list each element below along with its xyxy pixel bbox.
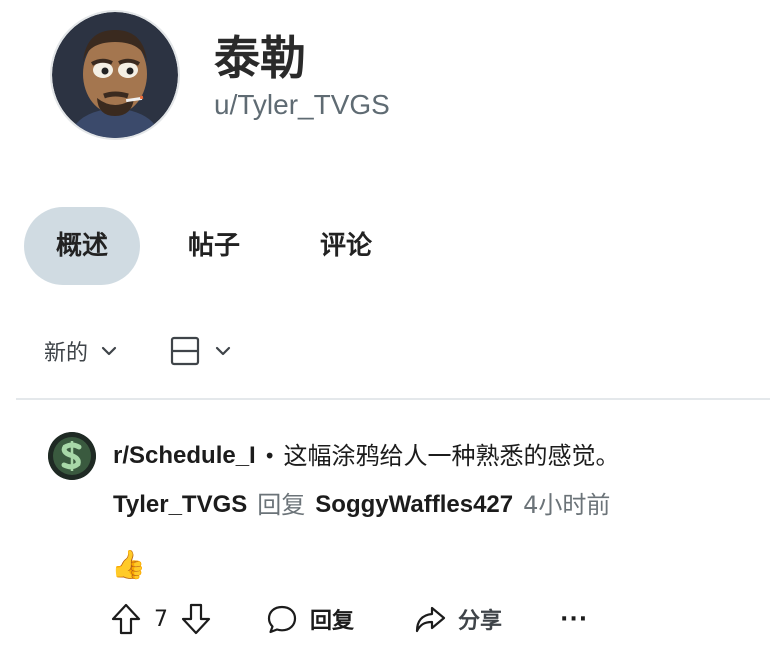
reply-to-label: 回复 [257,491,306,519]
divider [16,398,770,400]
more-options-button[interactable]: ··· [560,598,588,640]
more-options-icon: ··· [560,606,589,632]
comment-actions: 7 回复 分享 ··· [110,598,770,640]
parent-author[interactable]: SoggyWaffles427 [315,489,513,521]
comment-body: 👍 [111,548,146,581]
chevron-down-icon [212,340,234,362]
separator-dot: • [263,444,276,468]
downvote-icon[interactable] [180,602,212,636]
reply-button[interactable]: 回复 [266,598,354,640]
view-layout-icon [170,336,200,366]
sort-label: 新的 [44,341,89,366]
username: u/Tyler_TVGS [214,89,390,120]
share-button[interactable]: 分享 [414,598,502,640]
subreddit-link[interactable]: r/Schedule_I [113,440,256,472]
comment-context: r/Schedule_I • 这幅涂鸦给人一种熟悉的感觉。 [113,440,620,472]
vote-group: 7 [110,598,212,640]
tab-posts[interactable]: 帖子 [160,207,268,285]
comment-author[interactable]: Tyler_TVGS [113,489,247,521]
tab-comments[interactable]: 评论 [292,207,400,285]
vote-score: 7 [154,606,168,632]
comment-timestamp: 4小时前 [523,491,611,519]
chevron-down-icon [98,340,120,362]
comment-byline: Tyler_TVGS 回复 SoggyWaffles427 4小时前 [113,489,610,521]
display-name: 泰勒 [214,31,306,85]
post-title-link[interactable]: 这幅涂鸦给人一种熟悉的感觉。 [284,440,620,472]
profile-avatar[interactable] [50,10,180,140]
avatar-illustration [52,12,178,138]
subreddit-icon[interactable] [48,432,96,480]
sort-dropdown[interactable]: 新的 [44,333,120,369]
reply-label: 回复 [310,609,355,634]
upvote-icon[interactable] [110,602,142,636]
share-label: 分享 [458,609,503,634]
comment-bubble-icon [266,603,298,635]
view-layout-dropdown[interactable] [170,333,234,369]
tab-overview[interactable]: 概述 [24,207,140,285]
share-icon [414,604,446,634]
